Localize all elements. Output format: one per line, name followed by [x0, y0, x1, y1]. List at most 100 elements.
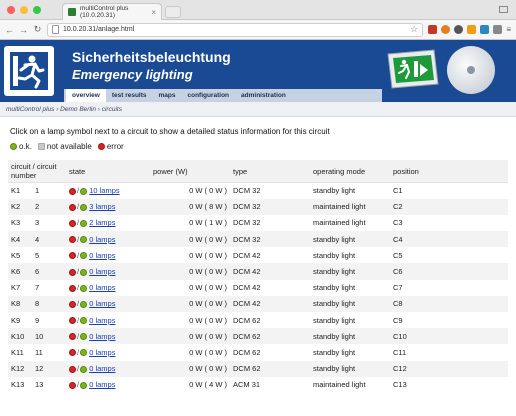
state-separator: / [77, 202, 80, 212]
url-field[interactable]: 10.0.20.31/anlage.html ☆ [47, 22, 424, 37]
header-type: type [230, 160, 310, 183]
lamps-link[interactable]: 0 lamps [89, 348, 115, 357]
red-lamp-icon[interactable] [69, 236, 76, 244]
menu-item-maps[interactable]: maps [153, 89, 182, 102]
circuit-id: K12 [8, 360, 32, 377]
circuit-number: 13 [35, 380, 44, 390]
menu-item-administration[interactable]: administration [235, 89, 292, 102]
green-lamp-icon[interactable] [80, 236, 88, 244]
circuit-number: 2 [32, 198, 66, 215]
red-lamp-icon[interactable] [69, 268, 76, 276]
lamps-link[interactable]: 0 lamps [89, 364, 115, 373]
tab-close-icon[interactable]: × [151, 8, 156, 17]
url-text: 10.0.20.31/anlage.html [63, 26, 135, 33]
lamps-link[interactable]: 0 lamps [89, 380, 115, 389]
lamps-link[interactable]: 0 lamps [89, 235, 115, 244]
back-icon[interactable]: ← [5, 25, 14, 35]
minimize-window-icon[interactable] [20, 6, 28, 14]
browser-tab[interactable]: multiControl plus (10.0.20.31) × [62, 3, 162, 20]
circuit-id: K5 [11, 250, 21, 260]
lamps-link[interactable]: 0 lamps [89, 251, 115, 260]
circuit-id: K8 [8, 295, 32, 312]
green-lamp-icon[interactable] [80, 317, 88, 325]
new-tab-button[interactable] [165, 6, 181, 18]
extension-icon[interactable] [480, 25, 490, 34]
circuit-id: K6 [8, 263, 32, 280]
red-lamp-icon[interactable] [69, 365, 76, 373]
green-lamp-icon[interactable] [80, 381, 88, 389]
green-lamp-icon[interactable] [80, 203, 88, 211]
circuit-operating-mode: standby light [313, 283, 356, 293]
circuit-id: K11 [11, 347, 24, 357]
menu-item-overview[interactable]: overview [66, 89, 106, 102]
circuit-state: / 0 lamps [66, 295, 150, 312]
lamps-link[interactable]: 0 lamps [89, 299, 115, 308]
lamps-link[interactable]: 10 lamps [89, 186, 119, 195]
extension-icon[interactable] [428, 25, 438, 34]
circuit-operating-mode: standby light [310, 328, 390, 345]
green-lamp-icon[interactable] [80, 365, 88, 373]
circuit-operating-mode: standby light [310, 231, 390, 248]
red-lamp-icon[interactable] [69, 284, 76, 292]
green-lamp-icon[interactable] [80, 333, 88, 341]
table-row: K4 4/ 0 lamps 0 W ( 0 W ) DCM 32 standby lig… [8, 231, 508, 248]
lamps-link[interactable]: 0 lamps [89, 316, 115, 325]
table-row: K3 3 / 2 lamps 0 W ( 1 W ) DCM 32 maintained … [8, 215, 508, 231]
circuit-type: DCM 32 [233, 186, 261, 196]
red-lamp-icon[interactable] [69, 203, 76, 211]
green-lamp-icon[interactable] [80, 187, 88, 195]
reload-icon[interactable]: ↻ [33, 24, 42, 35]
forward-icon[interactable]: → [19, 25, 28, 35]
zoom-window-icon[interactable] [33, 6, 41, 14]
red-lamp-icon[interactable] [69, 219, 76, 227]
lamps-link[interactable]: 0 lamps [89, 332, 115, 341]
red-lamp-icon[interactable] [69, 349, 76, 357]
page-subtitle: Emergency lighting [72, 67, 193, 82]
circuit-operating-mode: standby light [313, 347, 356, 357]
green-lamp-icon[interactable] [80, 252, 88, 260]
legend-ok-label: o.k. [19, 142, 32, 151]
circuit-operating-mode: standby light [313, 250, 356, 260]
circuit-power: 0 W ( 0 W ) [189, 250, 227, 260]
window-menu-icon[interactable] [499, 6, 508, 13]
circuit-type: DCM 32 [230, 198, 310, 215]
menu-item-test-results[interactable]: test results [106, 89, 153, 102]
circuit-position: C5 [393, 250, 403, 260]
green-lamp-icon[interactable] [80, 219, 88, 227]
green-lamp-icon[interactable] [80, 268, 88, 276]
circuit-operating-mode: standby light [310, 263, 390, 280]
table-row: K11 11 / 0 lamps 0 W ( 0 W ) DCM 62 standby l… [8, 344, 508, 360]
menu-icon[interactable]: ≡ [506, 25, 511, 34]
red-lamp-icon[interactable] [69, 333, 76, 341]
circuit-number: 9 [35, 315, 40, 325]
settings-icon[interactable] [454, 25, 464, 34]
green-lamp-icon[interactable] [80, 300, 88, 308]
circuit-state: / 0 lamps [66, 360, 150, 377]
green-lamp-icon[interactable] [80, 284, 88, 292]
extension-icon[interactable] [467, 25, 477, 34]
lamps-link[interactable]: 3 lamps [89, 202, 115, 211]
red-lamp-icon[interactable] [69, 317, 76, 325]
site-header: Sicherheitsbeleuchtung Emergency lightin… [0, 40, 516, 102]
lamps-link[interactable]: 0 lamps [89, 267, 115, 276]
extension-icon[interactable] [493, 25, 503, 34]
circuit-power: 0 W ( 0 W ) [150, 295, 230, 312]
extension-icon[interactable] [441, 25, 451, 34]
menu-item-configuration[interactable]: configuration [182, 89, 236, 102]
bookmark-star-icon[interactable]: ☆ [410, 24, 418, 35]
green-lamp-icon[interactable] [80, 349, 88, 357]
lamps-link[interactable]: 2 lamps [89, 218, 115, 227]
circuit-id: K10 [8, 328, 32, 345]
circuit-power: 0 W ( 0 W ) [150, 328, 230, 345]
red-lamp-icon[interactable] [69, 381, 76, 389]
red-lamp-icon[interactable] [69, 300, 76, 308]
close-window-icon[interactable] [7, 6, 15, 14]
table-row: K8 8/ 0 lamps 0 W ( 0 W ) DCM 42 standby lig… [8, 295, 508, 312]
red-lamp-icon[interactable] [69, 252, 76, 260]
circuit-position: C4 [390, 231, 508, 248]
green-lamp-icon [10, 143, 17, 150]
lamps-link[interactable]: 0 lamps [89, 283, 115, 292]
circuit-number: 1 [35, 186, 40, 196]
red-lamp-icon[interactable] [69, 187, 76, 195]
circuit-position: C11 [393, 347, 407, 357]
